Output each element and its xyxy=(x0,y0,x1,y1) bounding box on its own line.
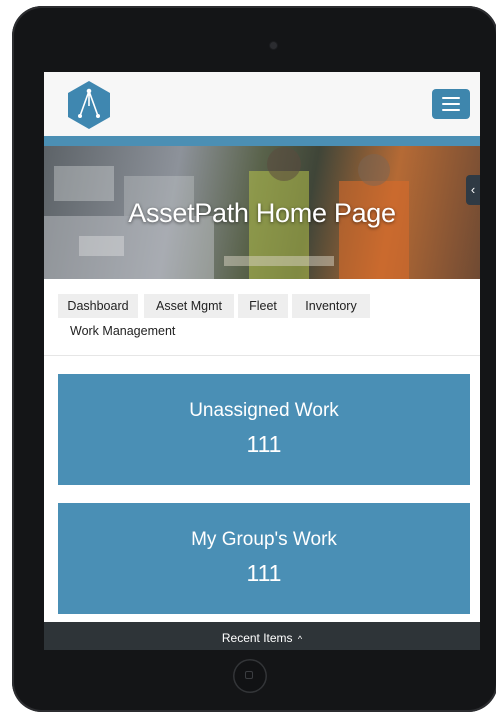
tile-count: 111 xyxy=(246,431,282,457)
unassigned-work-tile[interactable]: Unassigned Work 111 xyxy=(58,374,470,485)
tabs-divider xyxy=(44,355,480,356)
page-title: AssetPath Home Page xyxy=(128,198,396,228)
my-group-work-tile[interactable]: My Group's Work 111 xyxy=(58,503,470,614)
caret-up-icon: ^ xyxy=(297,634,303,644)
tile-count: 111 xyxy=(246,560,282,586)
tab-dashboard[interactable]: Dashboard xyxy=(58,294,138,318)
recent-items-bar[interactable]: Recent Items ^ xyxy=(44,622,480,650)
tab-asset-mgmt[interactable]: Asset Mgmt xyxy=(144,294,234,318)
tile-title: My Group's Work xyxy=(191,529,337,550)
header-accent-rule xyxy=(44,136,480,146)
chevron-left-icon: ‹ xyxy=(470,182,476,197)
hero-banner: AssetPath Home Page ‹ xyxy=(44,146,480,279)
app-header xyxy=(44,72,480,136)
hamburger-menu-button[interactable] xyxy=(432,89,470,119)
home-square-icon xyxy=(245,671,253,679)
recent-items-label: Recent Items xyxy=(221,631,293,645)
camera-dot xyxy=(270,42,277,49)
tile-title: Unassigned Work xyxy=(189,400,339,421)
tab-work-management[interactable]: Work Management xyxy=(70,319,200,343)
assetpath-logo-icon[interactable] xyxy=(66,80,112,130)
tab-fleet[interactable]: Fleet xyxy=(238,294,288,318)
tab-inventory[interactable]: Inventory xyxy=(292,294,370,318)
app-screen: AssetPath Home Page ‹ Dashboard Asset Mg… xyxy=(44,72,480,650)
device-home-button[interactable] xyxy=(233,659,267,693)
hamburger-menu-icon xyxy=(442,97,460,99)
side-panel-toggle[interactable]: ‹ xyxy=(466,175,480,205)
